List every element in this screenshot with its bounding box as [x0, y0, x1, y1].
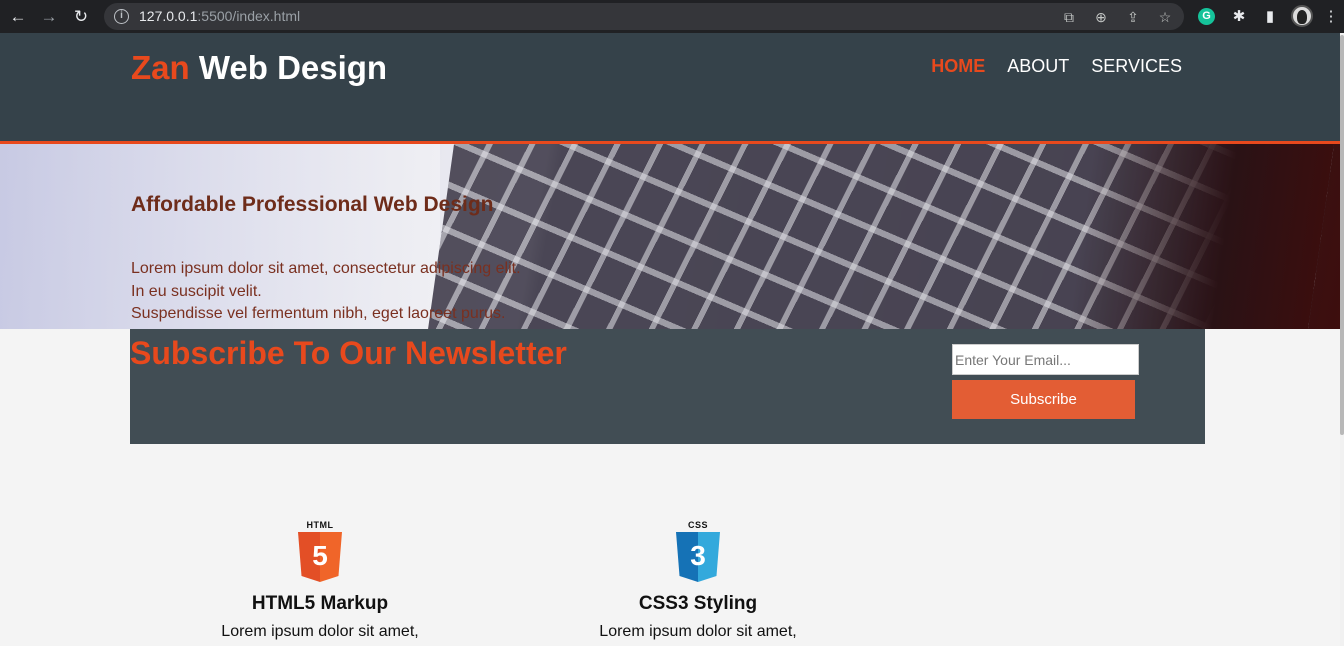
browser-menu-icon[interactable]: ⋮	[1323, 6, 1339, 28]
bookmark-star-icon[interactable]: ☆	[1154, 7, 1176, 27]
showcase-banner: Affordable Professional Web Design Lorem…	[0, 144, 1340, 329]
url-host: 127.0.0.1	[139, 8, 198, 24]
scrollbar-thumb[interactable]	[1340, 35, 1344, 435]
feature-box-css3: CSS 3 CSS3 Styling Lorem ipsum dolor sit…	[548, 520, 848, 641]
main-nav: Home About Services	[931, 56, 1182, 77]
feature-title: CSS3 Styling	[638, 593, 758, 614]
badge-tag: CSS	[687, 520, 708, 530]
showcase-line: In eu suscipit velit.	[131, 282, 262, 300]
grammarly-extension-icon[interactable]: G	[1198, 8, 1215, 25]
showcase-line: Lorem ipsum dolor sit amet, consectetur …	[131, 260, 521, 277]
feature-box-html5: HTML 5 HTML5 Markup Lorem ipsum dolor si…	[170, 520, 470, 641]
logo-text: Web Design	[189, 49, 388, 86]
extensions-puzzle-icon[interactable]: ✱	[1228, 6, 1250, 28]
address-url[interactable]: 127.0.0.1:5500/index.html	[139, 8, 300, 24]
back-arrow-icon[interactable]: ←	[7, 6, 29, 28]
page-scrollbar[interactable]	[1340, 33, 1344, 646]
nav-services[interactable]: Services	[1091, 56, 1182, 77]
nav-home[interactable]: Home	[931, 56, 985, 77]
css3-logo-icon: CSS 3	[675, 520, 721, 584]
feature-title: HTML5 Markup	[251, 593, 389, 614]
translate-icon[interactable]: ⧉	[1058, 7, 1080, 27]
badge-tag: HTML	[306, 520, 334, 530]
url-path: :5500/index.html	[197, 8, 301, 24]
site-logo[interactable]: Zan Web Design	[131, 49, 387, 87]
showcase-line: Suspendisse vel fermentum nibh, eget lao…	[131, 305, 506, 322]
site-info-icon[interactable]: i	[114, 9, 129, 24]
feature-text: Lorem ipsum dolor sit amet,	[599, 623, 797, 640]
showcase-text: Lorem ipsum dolor sit amet, consectetur …	[131, 258, 521, 326]
showcase-title: Affordable Professional Web Design	[131, 193, 494, 216]
side-panel-icon[interactable]: ▮	[1259, 6, 1281, 28]
share-icon[interactable]: ⇪	[1122, 7, 1144, 27]
badge-shield: 3	[676, 532, 720, 582]
nav-about[interactable]: About	[1007, 56, 1069, 77]
address-bar[interactable]: i 127.0.0.1:5500/index.html ⧉ ⊕ ⇪ ☆	[104, 3, 1184, 30]
email-input[interactable]	[952, 344, 1139, 375]
subscribe-button[interactable]: Subscribe	[952, 380, 1135, 419]
feature-text: Lorem ipsum dolor sit amet,	[221, 623, 419, 640]
site-header: Zan Web Design Home About Services	[0, 33, 1340, 144]
html5-logo-icon: HTML 5	[297, 520, 343, 584]
logo-highlight: Zan	[131, 49, 190, 86]
reload-icon[interactable]: ↻	[70, 6, 92, 28]
zoom-icon[interactable]: ⊕	[1090, 7, 1112, 27]
browser-toolbar: ← → ↻ i 127.0.0.1:5500/index.html ⧉ ⊕ ⇪ …	[0, 0, 1344, 33]
laptop-keyboard-image	[424, 144, 1336, 329]
profile-avatar[interactable]	[1291, 5, 1313, 27]
newsletter-title: Subscribe To Our Newsletter	[130, 335, 567, 371]
newsletter-section: Subscribe To Our Newsletter Subscribe	[130, 329, 1205, 444]
badge-shield: 5	[298, 532, 342, 582]
forward-arrow-icon[interactable]: →	[38, 6, 60, 28]
